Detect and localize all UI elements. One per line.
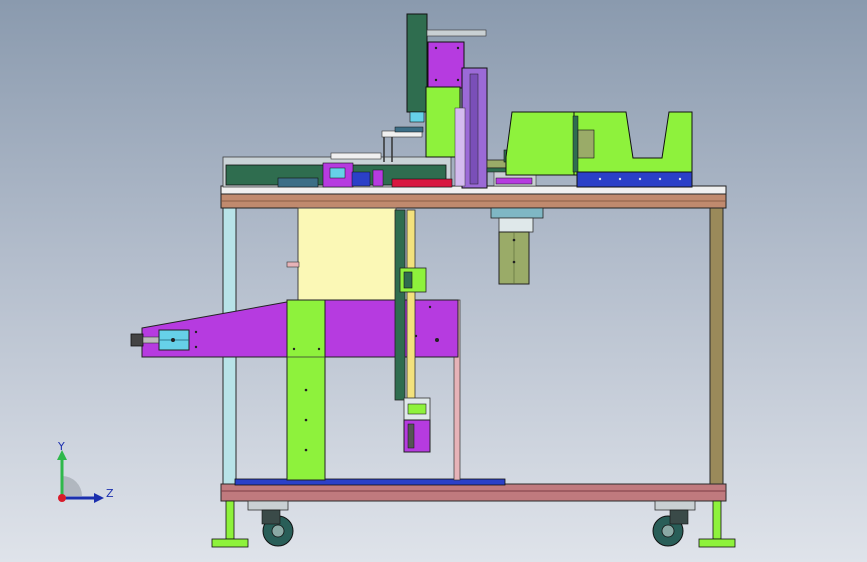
- bottom-rail: [220, 483, 727, 502]
- cover-block: [297, 207, 397, 304]
- z-axis-label: Z: [106, 487, 114, 500]
- caster-left: [247, 500, 294, 547]
- under-table-motor: [490, 207, 544, 285]
- leveling-foot-left: [211, 500, 249, 548]
- z-axis-arrow: [94, 493, 104, 503]
- coordinate-triad: Y Z: [44, 440, 124, 510]
- leveling-foot-right: [698, 500, 736, 548]
- bin-base: [576, 171, 693, 188]
- machine-assembly: [130, 13, 736, 548]
- y-axis-label: Y: [58, 440, 65, 453]
- red-strip: [391, 178, 453, 188]
- table-top: [220, 185, 727, 209]
- caster-right: [652, 500, 696, 547]
- base-plate: [234, 478, 506, 486]
- right-frame-post: [709, 206, 724, 493]
- top-conveyor: [222, 152, 453, 188]
- cad-viewport[interactable]: Y Z: [0, 0, 867, 562]
- triad-origin: [58, 494, 66, 502]
- green-support-plate: [286, 299, 326, 481]
